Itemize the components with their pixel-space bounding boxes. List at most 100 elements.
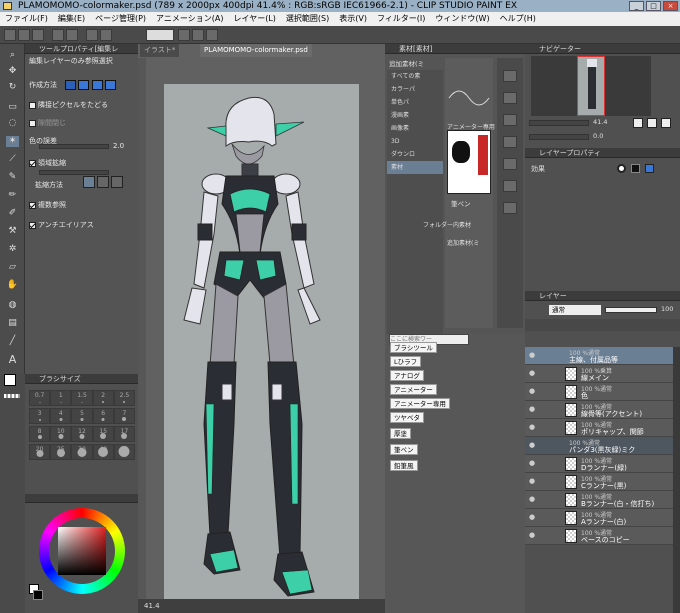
blend-tool-icon[interactable]: ✋: [6, 280, 19, 291]
visibility-eye-icon[interactable]: ●: [529, 496, 536, 503]
mode-add-selection-icon[interactable]: [78, 80, 90, 90]
brush-size-cell[interactable]: 17: [113, 426, 135, 442]
menu-window[interactable]: ウィンドウ(W): [430, 12, 494, 26]
brush-size-cell[interactable]: 3: [29, 408, 51, 424]
visibility-eye-icon[interactable]: ●: [529, 388, 536, 395]
airbrush-tool-icon[interactable]: ⚒: [6, 226, 19, 237]
brush-size-cell[interactable]: 25: [50, 444, 72, 460]
border-effect-icon[interactable]: [617, 164, 626, 173]
expand-method-square-icon[interactable]: [83, 176, 95, 188]
layer-row[interactable]: ● 100 %通常 Aランナー(白): [525, 509, 680, 527]
antialias-option[interactable]: アンチエイリアス: [29, 220, 94, 230]
menu-view[interactable]: 表示(V): [334, 12, 372, 26]
brush-size-cell[interactable]: 15: [92, 426, 114, 442]
tree-item-3d[interactable]: 3D: [387, 135, 443, 148]
layer-row[interactable]: ● 100 %通常 Cランナー(黒): [525, 473, 680, 491]
eyedropper-tool-icon[interactable]: ⟋: [6, 154, 19, 165]
canvas[interactable]: [164, 84, 359, 604]
brush-size-cell[interactable]: 20: [29, 444, 51, 460]
tab-plamomomo[interactable]: PLAMOMOMO-colormaker.psd: [200, 44, 312, 57]
main-color-swatch[interactable]: [4, 374, 16, 386]
navigator-rotate-slider[interactable]: [529, 134, 589, 140]
tolerance-slider[interactable]: [39, 144, 109, 149]
color-sub-swatch[interactable]: [33, 590, 43, 600]
close-gap-checkbox[interactable]: [29, 119, 36, 127]
layer-row[interactable]: ● 100 %通常 線骨等(アクセント): [525, 401, 680, 419]
menu-edit[interactable]: 編集(E): [53, 12, 90, 26]
mode-new-selection-icon[interactable]: [65, 80, 77, 90]
gradient-tool-icon[interactable]: ▤: [6, 318, 19, 329]
visibility-eye-icon[interactable]: ●: [529, 370, 536, 377]
zoom-tool-icon[interactable]: ⌕: [6, 50, 19, 61]
visibility-eye-icon[interactable]: ●: [529, 424, 536, 431]
material-thumb-wave[interactable]: [445, 78, 493, 118]
material-item-pen[interactable]: 筆ペン: [451, 198, 471, 208]
menu-layer[interactable]: レイヤー(L): [228, 12, 280, 26]
decoration-tool-icon[interactable]: ✲: [6, 244, 19, 255]
visibility-eye-icon[interactable]: ●: [529, 532, 536, 539]
adjacent-pixels-checkbox[interactable]: [29, 101, 36, 109]
layer-row[interactable]: ● 100 %通常 ポリキャップ、関節: [525, 419, 680, 437]
mode-intersect-selection-icon[interactable]: [104, 80, 116, 90]
brush-size-cell[interactable]: 8: [29, 426, 51, 442]
material-search-icon[interactable]: [503, 158, 517, 170]
fit-view-icon[interactable]: [633, 118, 643, 128]
tree-item-mono[interactable]: 単色パ: [387, 96, 443, 109]
tree-item-color[interactable]: カラーパ: [387, 83, 443, 96]
layer-scrollbar[interactable]: [673, 347, 680, 613]
material-item-folder[interactable]: フォルダー内素材: [423, 220, 471, 229]
material-save-icon[interactable]: [503, 114, 517, 126]
layer-row[interactable]: ● 100 %乗算 線メイン: [525, 365, 680, 383]
new-file-icon[interactable]: [4, 29, 16, 41]
tag-analog[interactable]: アナログ: [390, 370, 424, 381]
brush-size-cell[interactable]: 4: [50, 408, 72, 424]
brush-size-cell[interactable]: 10: [50, 426, 72, 442]
layer-row[interactable]: ● 100 %通常色: [525, 383, 680, 401]
settings-icon[interactable]: [178, 29, 190, 41]
expand-checkbox[interactable]: [29, 159, 36, 167]
tree-item-all[interactable]: すべての素: [387, 70, 443, 83]
material-thumb-manga[interactable]: [447, 130, 491, 194]
mode-subtract-selection-icon[interactable]: [91, 80, 103, 90]
eraser-tool-icon[interactable]: ▱: [6, 262, 19, 273]
tag-brush-tool[interactable]: ブラシツール: [390, 342, 437, 353]
ruler-icon[interactable]: [206, 29, 218, 41]
blend-mode-select[interactable]: 通常: [549, 305, 601, 315]
navigator-zoom-slider[interactable]: [529, 120, 589, 126]
visibility-eye-icon[interactable]: ●: [529, 460, 536, 467]
menu-filter[interactable]: フィルター(I): [372, 12, 430, 26]
brush-size-cell[interactable]: 0.7: [29, 390, 51, 406]
lasso-tool-icon[interactable]: ◌: [6, 118, 19, 129]
opacity-slider[interactable]: [605, 307, 657, 313]
visibility-eye-icon[interactable]: ●: [529, 352, 536, 359]
expand-option[interactable]: 領域拡縮: [29, 158, 66, 168]
menu-page[interactable]: ページ管理(P): [90, 12, 151, 26]
visibility-eye-icon[interactable]: ●: [529, 406, 536, 413]
flip-horizontal-icon[interactable]: [647, 118, 657, 128]
menu-selection[interactable]: 選択範囲(S): [281, 12, 334, 26]
adjacent-pixels-option[interactable]: 隣接ピクセルをたどる: [29, 100, 108, 110]
tag-brush-pen[interactable]: 筆ペン: [390, 444, 418, 455]
clear-icon[interactable]: [86, 29, 98, 41]
brush-size-cell[interactable]: 7: [113, 408, 135, 424]
material-delete-icon[interactable]: [503, 202, 517, 214]
layer-row[interactable]: ● 100 %通常 Dランナー(緑): [525, 455, 680, 473]
layer-row[interactable]: ● 100 %通常 Bランナー(白・信打ち): [525, 491, 680, 509]
material-paste-icon[interactable]: [503, 136, 517, 148]
grid-icon[interactable]: [192, 29, 204, 41]
open-file-icon[interactable]: [18, 29, 30, 41]
multi-ref-checkbox[interactable]: [29, 201, 36, 209]
tree-item-image[interactable]: 画像素: [387, 122, 443, 135]
move-tool-icon[interactable]: ✥: [6, 66, 19, 77]
expand-slider[interactable]: [39, 170, 109, 175]
brush-size-cell[interactable]: 40: [92, 444, 114, 460]
tree-item-download[interactable]: ダウンロ: [387, 148, 443, 161]
maximize-button[interactable]: □: [646, 1, 661, 11]
tag-pencil-style[interactable]: 鉛筆風: [390, 460, 418, 471]
material-item-extra[interactable]: 追加素材(ミ: [447, 238, 479, 247]
brush-size-cell[interactable]: 2: [92, 390, 114, 406]
figure-tool-icon[interactable]: ╱: [6, 336, 19, 347]
brush-size-cell[interactable]: 30: [71, 444, 93, 460]
flip-vertical-icon[interactable]: [661, 118, 671, 128]
rotate-tool-icon[interactable]: ↻: [6, 82, 19, 93]
